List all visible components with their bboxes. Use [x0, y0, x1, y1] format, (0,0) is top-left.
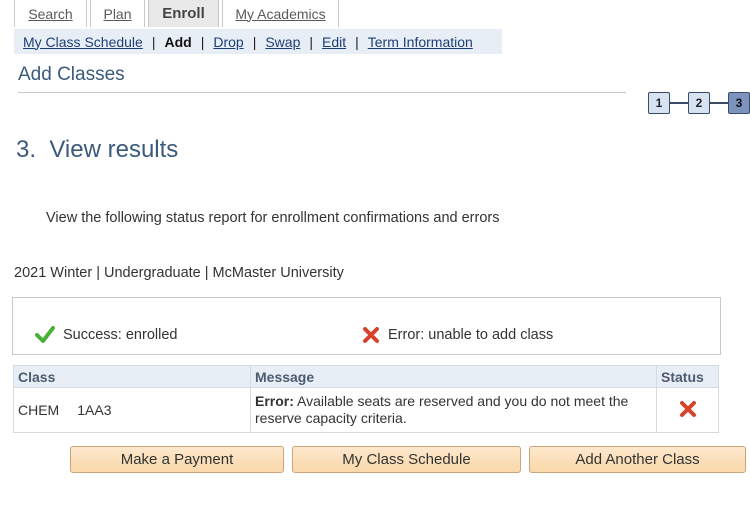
tab-enroll-label: Enroll — [162, 5, 205, 22]
title-divider — [18, 92, 626, 93]
tab-search-label: Search — [28, 5, 73, 22]
step-2-box: 2 — [688, 92, 710, 114]
enrollment-results-table: Class Message Status CHEM 1AA3 Error: Ava… — [13, 365, 719, 433]
step-connector — [670, 102, 688, 104]
table-header-row: Class Message Status — [13, 365, 719, 388]
enroll-tab-bar: Search Plan Enroll My Academics — [14, 0, 342, 27]
step-title: 3. View results — [16, 136, 179, 163]
tab-plan[interactable]: Plan — [90, 0, 145, 27]
table-row: CHEM 1AA3 Error: Available seats are rese… — [13, 387, 719, 433]
term-career-institution: 2021 Winter | Undergraduate | McMaster U… — [14, 265, 344, 281]
legend-error-label: Error: unable to add class — [388, 327, 554, 343]
class-cell: CHEM 1AA3 — [13, 387, 251, 433]
tab-my-academics-label: My Academics — [235, 5, 326, 22]
column-header-status: Status — [656, 365, 719, 388]
status-cell — [656, 387, 719, 433]
subnav-add-current: Add — [164, 33, 192, 50]
instructions-text: View the following status report for enr… — [46, 210, 500, 226]
class-catalog-number: 1AA3 — [77, 402, 112, 418]
tab-search[interactable]: Search — [14, 0, 87, 27]
subnav-separator: | — [309, 33, 313, 50]
page-title: Add Classes — [18, 64, 125, 85]
subnav-separator: | — [200, 33, 205, 50]
subnav-swap-link[interactable]: Swap — [265, 34, 300, 50]
message-text: Available seats are reserved and you do … — [255, 393, 629, 426]
legend-success: Success: enrolled — [35, 326, 177, 344]
step-3-box: 3 — [728, 92, 750, 114]
tab-enroll[interactable]: Enroll — [148, 0, 219, 27]
subnav-drop-link[interactable]: Drop — [213, 34, 243, 50]
message-cell: Error: Available seats are reserved and … — [250, 387, 657, 433]
enroll-subnav: My Class Schedule | Add | Drop | Swap | … — [14, 29, 502, 54]
tab-plan-label: Plan — [103, 5, 132, 22]
legend-error: Error: unable to add class — [362, 326, 553, 344]
status-legend: Success: enrolled Error: unable to add c… — [12, 297, 721, 355]
class-subject: CHEM — [18, 402, 60, 418]
column-header-class: Class — [13, 365, 251, 388]
subnav-term-information-link[interactable]: Term Information — [368, 34, 473, 50]
step-1-box: 1 — [648, 92, 670, 114]
tab-my-academics[interactable]: My Academics — [222, 0, 339, 27]
subnav-my-class-schedule-link[interactable]: My Class Schedule — [23, 34, 143, 50]
legend-success-label: Success: enrolled — [63, 327, 178, 343]
add-another-class-button[interactable]: Add Another Class — [529, 446, 746, 473]
make-payment-button[interactable]: Make a Payment — [70, 446, 284, 473]
error-x-icon — [679, 400, 696, 417]
success-check-icon — [35, 326, 55, 343]
message-label: Error: — [255, 393, 294, 409]
subnav-separator: | — [151, 33, 156, 50]
step-connector — [710, 102, 728, 104]
subnav-separator: | — [355, 33, 359, 50]
column-header-message: Message — [250, 365, 657, 388]
subnav-edit-link[interactable]: Edit — [322, 34, 346, 50]
subnav-separator: | — [252, 33, 257, 50]
step-indicator: 1 2 3 — [648, 92, 750, 114]
error-x-icon — [363, 327, 379, 343]
my-class-schedule-button[interactable]: My Class Schedule — [292, 446, 521, 473]
